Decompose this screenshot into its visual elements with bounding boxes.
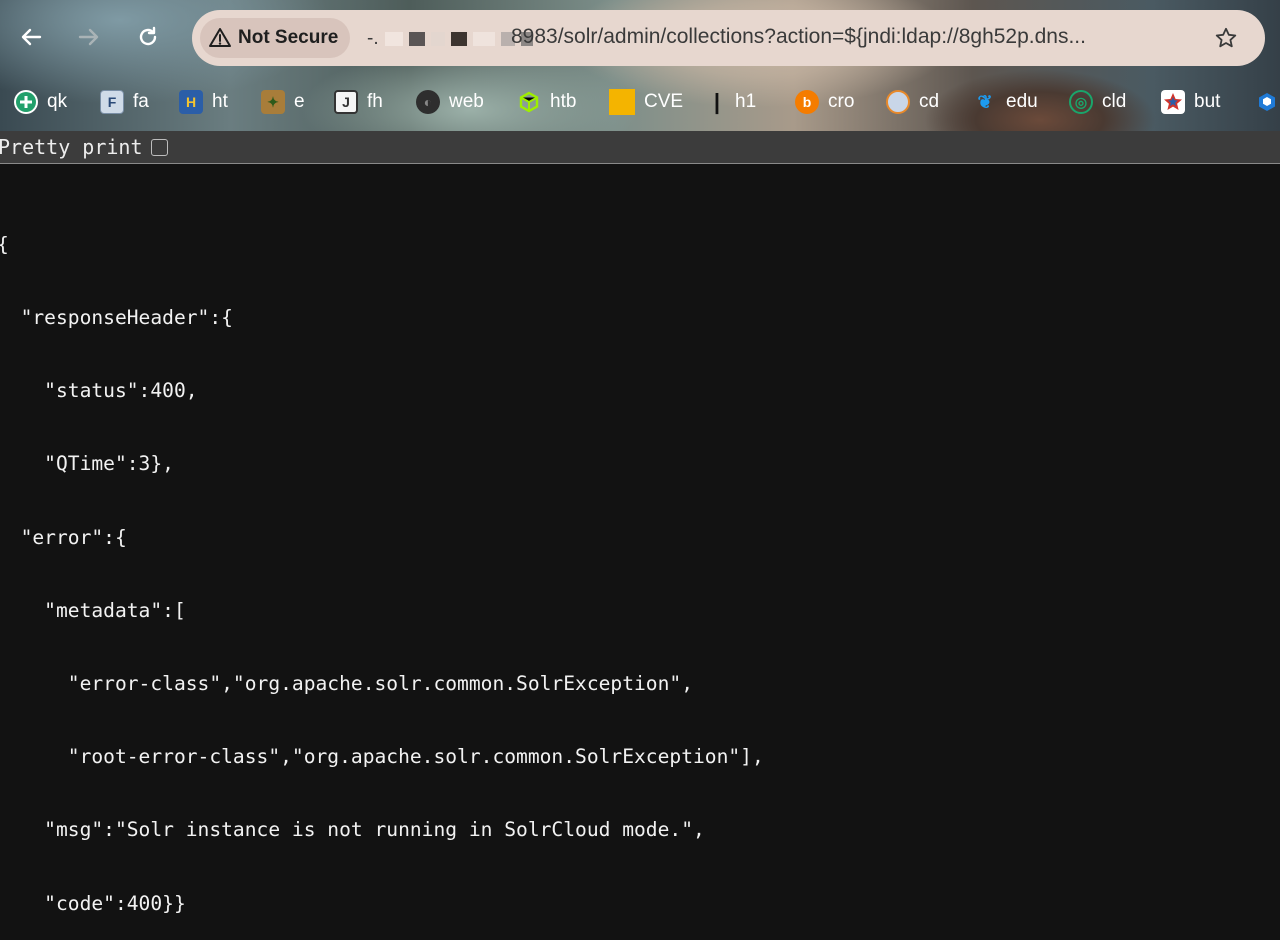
bookmark-label: but <box>1194 91 1221 112</box>
star-icon[interactable] <box>1212 24 1240 52</box>
browser-chrome: Not Secure -. 8983/solr/admin/collection… <box>0 0 1280 131</box>
json-line: "root-error-class","org.apache.solr.comm… <box>0 745 764 769</box>
bookmark-label: fa <box>133 91 149 112</box>
e-favicon: ✦ <box>261 90 285 114</box>
pretty-print-checkbox[interactable] <box>150 138 168 156</box>
bookmark-label: cd <box>919 91 940 112</box>
bookmarks-bar: qk F fa H ht ✦ e J fh ◐ web htb CVE | h1… <box>0 86 1280 118</box>
json-viewer-toolbar: Pretty print <box>0 131 1280 164</box>
bookmark-qk[interactable]: qk <box>14 86 67 118</box>
edu-favicon: ❦ <box>977 91 993 112</box>
cro-favicon: b <box>795 90 819 114</box>
bookmark-label: fh <box>367 91 383 112</box>
web-favicon: ◐ <box>416 90 440 114</box>
reload-icon[interactable] <box>133 22 163 52</box>
bookmark-h1[interactable]: | h1 <box>708 86 756 118</box>
json-line: "msg":"Solr instance is not running in S… <box>0 818 705 842</box>
forward-arrow-icon[interactable] <box>74 22 104 52</box>
pretty-print-label: Pretty print <box>0 135 143 159</box>
json-line: "error":{ <box>0 525 127 549</box>
bookmark-ht[interactable]: H ht <box>179 86 228 118</box>
fh-favicon: J <box>334 90 358 114</box>
bookmark-edu[interactable]: ❦ edu <box>973 86 1038 118</box>
bookmark-overflow[interactable] <box>1255 86 1280 118</box>
bookmark-label: web <box>449 91 484 112</box>
json-line: "status":400, <box>0 379 198 403</box>
json-line: { <box>0 233 764 257</box>
h1-favicon: | <box>713 89 721 114</box>
cve-favicon <box>609 89 635 115</box>
url-host-prefix: -. <box>367 28 379 49</box>
json-line: "error-class","org.apache.solr.common.So… <box>0 672 693 696</box>
cube-favicon <box>1255 90 1279 114</box>
bookmark-label: edu <box>1006 91 1038 112</box>
bookmark-cro[interactable]: b cro <box>795 86 854 118</box>
security-label: Not Secure <box>238 27 339 48</box>
bookmark-label: qk <box>47 91 68 112</box>
cd-favicon <box>886 90 910 114</box>
cld-favicon: ◎ <box>1069 90 1093 114</box>
bookmark-but[interactable]: but <box>1161 86 1220 118</box>
bookmark-fh[interactable]: J fh <box>334 86 383 118</box>
url-text: 8983/solr/admin/collections?action=${jnd… <box>511 25 1086 48</box>
redacted-host: -. <box>367 28 533 49</box>
bookmark-htb[interactable]: htb <box>517 86 576 118</box>
json-line: "QTime":3}, <box>0 452 174 476</box>
security-chip[interactable]: Not Secure <box>200 18 350 58</box>
bookmark-fa[interactable]: F fa <box>100 86 149 118</box>
bookmark-web[interactable]: ◐ web <box>416 86 484 118</box>
bookmark-label: cld <box>1102 91 1127 112</box>
warning-triangle-icon <box>208 26 232 50</box>
bookmark-label: CVE <box>644 91 684 112</box>
address-bar[interactable]: Not Secure -. 8983/solr/admin/collection… <box>192 10 1265 66</box>
json-line: "responseHeader":{ <box>0 306 233 330</box>
bookmark-cd[interactable]: cd <box>886 86 939 118</box>
bookmark-cld[interactable]: ◎ cld <box>1069 86 1126 118</box>
ht-favicon: H <box>179 90 203 114</box>
bookmark-cve[interactable]: CVE <box>609 86 683 118</box>
htb-favicon <box>517 90 541 114</box>
bookmark-label: cro <box>828 91 855 112</box>
qk-favicon <box>14 90 38 114</box>
back-arrow-icon[interactable] <box>16 22 46 52</box>
bookmark-label: htb <box>550 91 577 112</box>
bookmark-label: e <box>294 91 305 112</box>
bookmark-label: h1 <box>735 91 757 112</box>
json-line: "metadata":[ <box>0 598 186 622</box>
json-response-body: { "responseHeader":{ "status":400, "QTim… <box>0 184 764 940</box>
bookmark-label: ht <box>212 91 228 112</box>
bookmark-e[interactable]: ✦ e <box>261 86 305 118</box>
fa-favicon: F <box>100 90 124 114</box>
json-line: "code":400}} <box>0 891 186 915</box>
but-favicon <box>1161 90 1185 114</box>
